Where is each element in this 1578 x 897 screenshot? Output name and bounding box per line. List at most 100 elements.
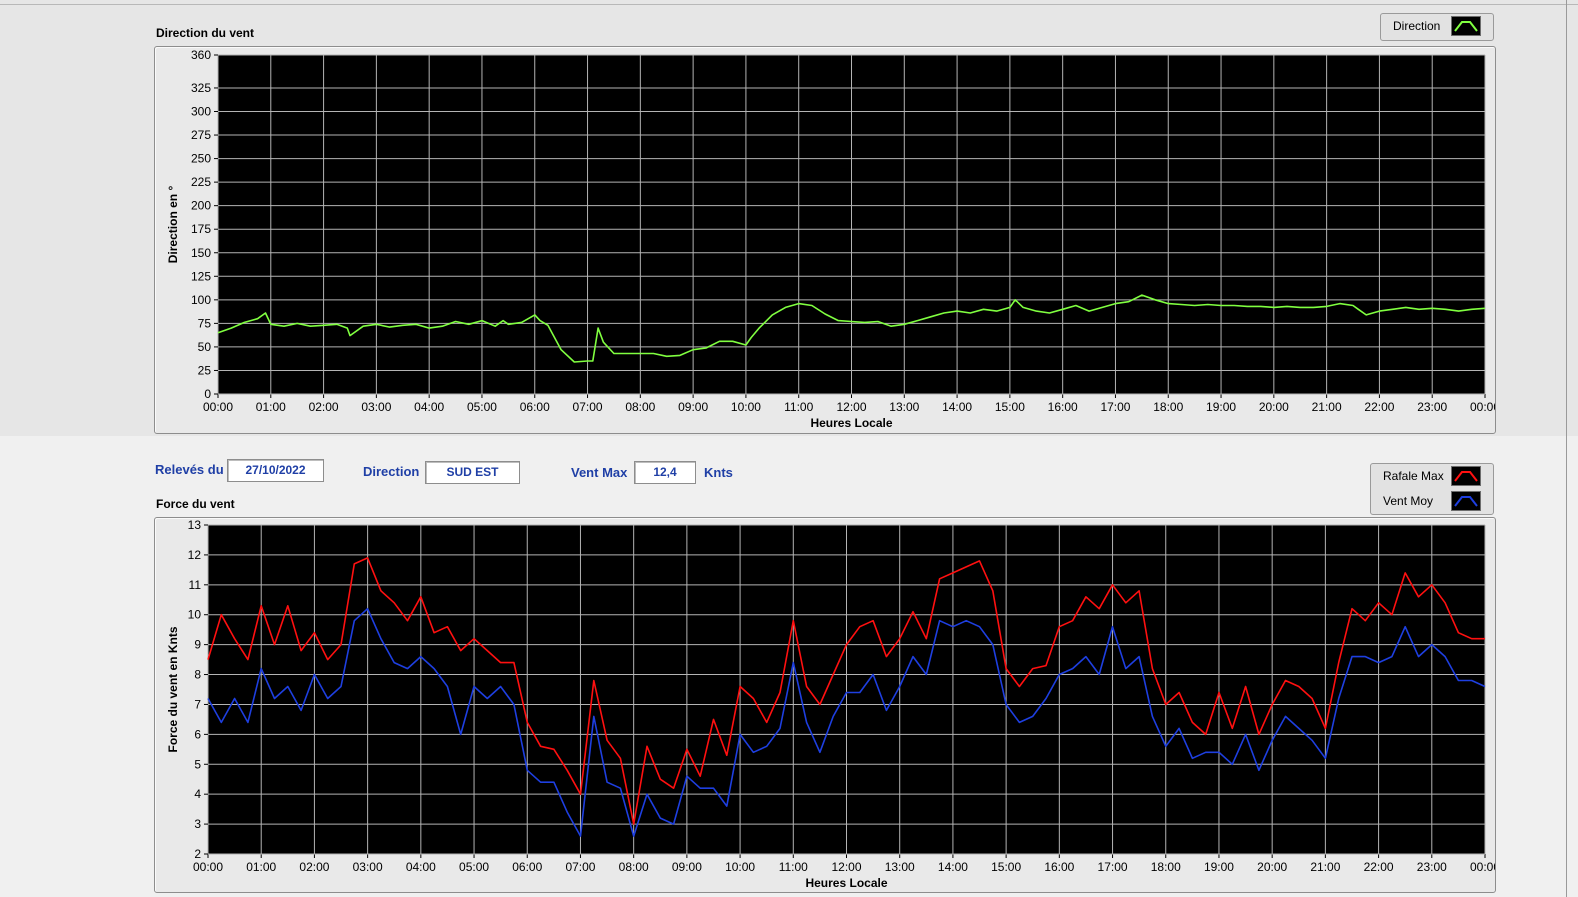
y-tick-label: 325 xyxy=(191,81,211,95)
x-tick-label: 14:00 xyxy=(942,400,972,414)
x-tick-label: 21:00 xyxy=(1312,400,1342,414)
x-tick-label: 10:00 xyxy=(725,860,755,874)
x-tick-label: 11:00 xyxy=(784,400,813,414)
x-tick-label: 02:00 xyxy=(309,400,339,414)
x-tick-label: 19:00 xyxy=(1204,860,1234,874)
x-tick-label: 13:00 xyxy=(889,400,919,414)
x-tick-label: 15:00 xyxy=(995,400,1025,414)
legend-label-rafale-max: Rafale Max xyxy=(1383,469,1444,483)
force-chart-title: Force du vent xyxy=(156,497,235,511)
x-tick-label: 00:00 xyxy=(1470,400,1495,414)
y-tick-label: 8 xyxy=(194,668,201,682)
y-tick-label: 13 xyxy=(188,518,202,532)
x-tick-label: 17:00 xyxy=(1100,400,1130,414)
vmax-unit: Knts xyxy=(704,465,733,480)
force-chart[interactable]: 00:00 01:00 02:00 03:00 04:00 05:00 06:00 07:00… xyxy=(155,518,1500,892)
x-tick-label: 18:00 xyxy=(1153,400,1183,414)
y-axis-label: Force du vent en Knts xyxy=(166,626,180,752)
y-tick-label: 50 xyxy=(198,340,212,354)
y-tick-label: 7 xyxy=(194,697,201,711)
date-field[interactable]: 27/10/2022 xyxy=(227,459,324,482)
x-tick-label: 09:00 xyxy=(678,400,708,414)
legend-label-direction: Direction xyxy=(1393,19,1441,33)
y-tick-label: 5 xyxy=(194,757,201,771)
x-tick-label: 18:00 xyxy=(1151,860,1181,874)
x-tick-label: 10:00 xyxy=(731,400,761,414)
date-label: Relevés du xyxy=(155,462,224,477)
y-tick-label: 4 xyxy=(194,787,201,801)
rafale-line-icon xyxy=(1451,466,1481,486)
x-tick-label: 08:00 xyxy=(625,400,655,414)
x-axis-label: Heures Locale xyxy=(805,876,887,890)
x-tick-label: 01:00 xyxy=(246,860,276,874)
y-tick-label: 9 xyxy=(194,638,201,652)
force-chart-panel: 00:00 01:00 02:00 03:00 04:00 05:00 06:00 07:00… xyxy=(154,517,1500,893)
y-tick-label: 100 xyxy=(191,293,211,307)
x-tick-label: 06:00 xyxy=(520,400,550,414)
x-tick-label: 23:00 xyxy=(1417,860,1447,874)
x-tick-label: 04:00 xyxy=(406,860,436,874)
y-tick-label: 360 xyxy=(191,48,211,62)
legend-label-vent-moy: Vent Moy xyxy=(1383,494,1434,508)
right-scroll-edge xyxy=(1566,0,1567,897)
y-tick-label: 2 xyxy=(194,847,201,861)
y-tick-label: 200 xyxy=(191,199,211,213)
direction-chart-panel: 00:00 01:00 02:00 03:00 04:00 05:00 06:00 07:00… xyxy=(154,46,1500,434)
x-tick-label: 23:00 xyxy=(1417,400,1447,414)
x-tick-label: 02:00 xyxy=(299,860,329,874)
direction-legend[interactable]: Direction xyxy=(1380,13,1494,41)
x-tick-label: 12:00 xyxy=(831,860,861,874)
direction-field[interactable]: SUD EST xyxy=(425,461,520,484)
y-tick-label: 250 xyxy=(191,152,211,166)
vent-moy-line-icon xyxy=(1451,491,1481,511)
x-tick-label: 12:00 xyxy=(836,400,866,414)
legend-item-direction[interactable]: Direction xyxy=(1381,14,1493,38)
x-tick-label: 20:00 xyxy=(1259,400,1289,414)
x-tick-label: 00:00 xyxy=(203,400,233,414)
x-tick-label: 11:00 xyxy=(779,860,808,874)
vmax-field[interactable]: 12,4 xyxy=(634,461,696,484)
y-tick-label: 0 xyxy=(204,387,211,401)
y-axis-label: Direction en ° xyxy=(166,186,180,264)
y-tick-label: 11 xyxy=(189,578,202,592)
x-tick-label: 00:00 xyxy=(193,860,223,874)
x-tick-label: 05:00 xyxy=(467,400,497,414)
x-tick-label: 06:00 xyxy=(512,860,542,874)
x-tick-label: 09:00 xyxy=(672,860,702,874)
x-tick-label: 14:00 xyxy=(938,860,968,874)
y-tick-label: 6 xyxy=(194,727,201,741)
direction-chart-title: Direction du vent xyxy=(156,26,255,40)
x-tick-label: 00:00 xyxy=(1470,860,1495,874)
x-tick-label: 15:00 xyxy=(991,860,1021,874)
y-tick-label: 175 xyxy=(191,222,211,236)
x-tick-label: 07:00 xyxy=(565,860,595,874)
x-tick-label: 04:00 xyxy=(414,400,444,414)
x-tick-label: 17:00 xyxy=(1098,860,1128,874)
y-tick-label: 3 xyxy=(194,817,201,831)
y-tick-label: 75 xyxy=(198,316,212,330)
x-tick-label: 03:00 xyxy=(361,400,391,414)
legend-item-rafale-max[interactable]: Rafale Max xyxy=(1371,464,1493,488)
x-tick-label: 20:00 xyxy=(1257,860,1287,874)
x-tick-label: 16:00 xyxy=(1048,400,1078,414)
y-tick-label: 12 xyxy=(188,548,202,562)
y-tick-label: 150 xyxy=(191,246,211,260)
x-tick-label: 21:00 xyxy=(1310,860,1340,874)
y-tick-label: 25 xyxy=(198,363,212,377)
x-tick-label: 19:00 xyxy=(1206,400,1236,414)
y-tick-label: 10 xyxy=(188,608,202,622)
direction-chart[interactable]: 00:00 01:00 02:00 03:00 04:00 05:00 06:00 07:00… xyxy=(155,47,1500,433)
x-axis-label: Heures Locale xyxy=(810,416,892,430)
top-separator xyxy=(0,4,1578,5)
direction-label: Direction xyxy=(363,464,420,479)
y-tick-label: 225 xyxy=(191,175,211,189)
legend-item-vent-moy[interactable]: Vent Moy xyxy=(1371,489,1493,513)
y-tick-label: 300 xyxy=(191,105,211,119)
force-legend[interactable]: Rafale Max Vent Moy xyxy=(1370,463,1494,515)
x-tick-label: 08:00 xyxy=(619,860,649,874)
y-tick-label: 275 xyxy=(191,128,211,142)
x-tick-label: 05:00 xyxy=(459,860,489,874)
vmax-label: Vent Max xyxy=(571,465,628,480)
y-tick-label: 125 xyxy=(191,269,211,283)
x-tick-label: 22:00 xyxy=(1364,400,1394,414)
